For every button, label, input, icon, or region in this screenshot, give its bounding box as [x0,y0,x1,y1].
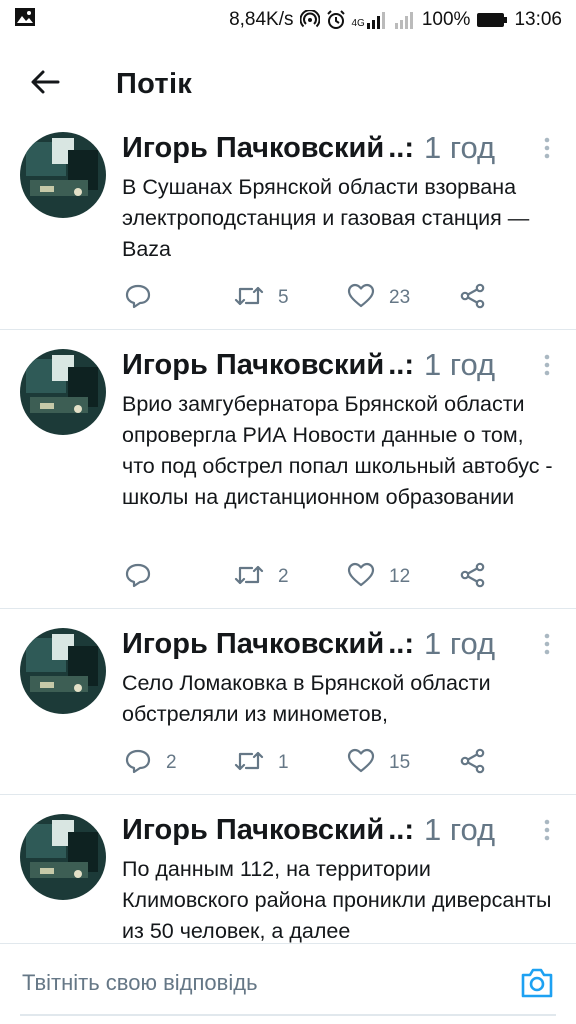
share-button[interactable] [460,560,500,594]
tweet-time: 1 год [423,626,496,661]
author-truncation: ..: [388,131,414,164]
tweet-item[interactable]: Игорь Пачковский ..: 1 год В Сушанах Бря… [0,128,576,330]
author-truncation: ..: [388,813,414,846]
battery-icon [476,11,508,29]
author-name[interactable]: Игорь Пачковский [122,814,384,847]
like-button[interactable]: 23 [347,281,460,315]
signal-4g-icon: 4G [352,11,388,29]
tweet-time: 1 год [423,812,496,847]
avatar[interactable] [20,814,106,900]
like-count: 12 [389,566,411,587]
reply-button[interactable]: 2 [124,746,234,780]
arrow-left-icon [30,69,60,100]
back-button[interactable] [15,54,75,114]
author-name[interactable]: Игорь Пачковский [122,628,384,661]
tweet-actions: 5 23 [124,281,500,315]
retweet-icon [234,563,264,592]
share-icon [460,283,486,314]
retweet-button[interactable]: 2 [234,560,347,594]
retweet-icon [234,284,264,313]
reply-button[interactable] [124,560,234,594]
reply-input-underline [20,1014,556,1016]
tweet-item[interactable]: Игорь Пачковский ..: 1 год По данным 112… [0,795,576,943]
reply-input[interactable]: Твітніть свою відповідь [22,970,258,996]
reply-count: 2 [166,752,177,773]
retweet-button[interactable]: 1 [234,746,347,780]
avatar[interactable] [20,628,106,714]
tweet-actions: 2 1 15 [124,746,500,780]
tweet-text: Врио замгубернатора Брянской области опр… [122,392,553,509]
tweet-feed[interactable]: Игорь Пачковский ..: 1 год В Сушанах Бря… [0,128,576,943]
share-button[interactable] [460,281,500,315]
camera-button[interactable] [520,966,554,1000]
heart-icon [347,562,375,593]
more-vertical-icon[interactable] [538,815,556,845]
tweet-item[interactable]: Игорь Пачковский ..: 1 год Село Ломаковк… [0,609,576,795]
tweet-text: Село Ломаковка в Брянской области обстре… [122,671,491,726]
author-name[interactable]: Игорь Пачковский [122,132,384,165]
like-count: 23 [389,287,411,308]
share-icon [460,562,486,593]
tweet-item[interactable]: Игорь Пачковский ..: 1 год Врио замгубер… [0,330,576,609]
share-button[interactable] [460,746,500,780]
reply-icon [124,562,152,593]
avatar[interactable] [20,132,106,218]
heart-icon [347,748,375,779]
retweet-count: 2 [278,566,289,587]
author-truncation: ..: [388,348,414,381]
more-vertical-icon[interactable] [538,629,556,659]
like-count: 15 [389,752,411,773]
tweet-time: 1 год [423,347,496,382]
tweet-time: 1 год [423,130,496,165]
like-button[interactable]: 12 [347,560,460,594]
reply-icon [124,748,152,779]
network-type-label: 4G [351,18,365,29]
battery-percent: 100% [421,9,471,30]
tweet-text: В Сушанах Брянской области взорвана элек… [122,175,530,261]
author-truncation: ..: [388,627,414,660]
hotspot-icon [299,10,320,30]
reply-composer: Твітніть свою відповідь [0,943,576,1024]
clock: 13:06 [514,9,562,30]
reply-button[interactable] [124,281,234,315]
heart-icon [347,283,375,314]
tweet-actions: 2 12 [124,560,500,594]
share-icon [460,748,486,779]
author-name[interactable]: Игорь Пачковский [122,349,384,382]
status-bar: 8,84K/s 4G 100% 13:06 [0,0,576,40]
like-button[interactable]: 15 [347,746,460,780]
retweet-button[interactable]: 5 [234,281,347,315]
app-header: Потік [0,40,576,128]
alarm-icon [326,10,346,30]
more-vertical-icon[interactable] [538,133,556,163]
gallery-notification-icon [14,7,36,33]
avatar[interactable] [20,349,106,435]
retweet-icon [234,749,264,778]
retweet-count: 5 [278,287,289,308]
more-vertical-icon[interactable] [538,350,556,380]
signal-sim2-icon [394,11,416,29]
network-speed: 8,84K/s [229,9,294,30]
tweet-text: По данным 112, на территории Климовского… [122,857,552,943]
retweet-count: 1 [278,752,289,773]
reply-icon [124,283,152,314]
camera-icon [520,968,554,1004]
page-title: Потік [116,67,193,100]
